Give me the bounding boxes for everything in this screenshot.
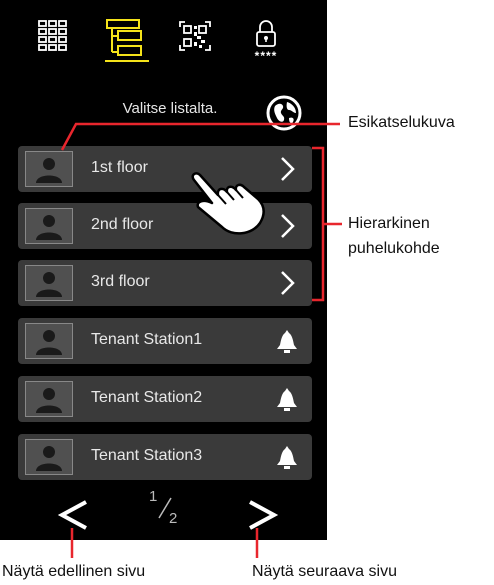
preview-callout: Esikatselukuva [348,114,455,131]
callout-lines [60,122,342,558]
hierarchy-callout-line2: puhelukohde [348,240,440,257]
prev-page-callout: Näytä edellinen sivu [2,563,146,580]
next-page-callout: Näytä seuraava sivu [252,563,397,580]
hierarchy-callout-line1: Hierarkinen [348,215,430,232]
